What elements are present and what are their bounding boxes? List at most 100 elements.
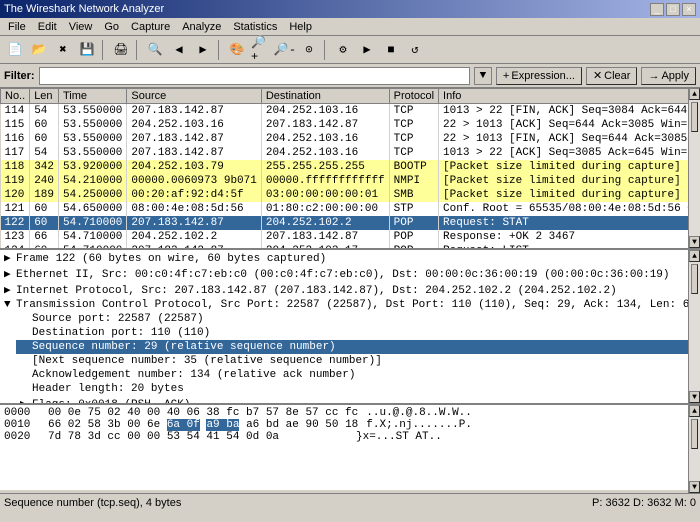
zoom-out-button[interactable]: 🔎- [274, 39, 296, 61]
cell-destination: 204.252.102.2 [261, 216, 389, 230]
packet-details[interactable]: ▶Frame 122 (60 bytes on wire, 60 bytes c… [0, 250, 688, 405]
col-header-no[interactable]: No.. [1, 89, 30, 104]
table-row[interactable]: 115 60 53.550000 204.252.103.16 207.183.… [1, 118, 689, 132]
details-scroll-up[interactable]: ▲ [689, 250, 700, 262]
table-row[interactable]: 124 60 54.710000 207.183.142.87 204.252.… [1, 244, 689, 248]
menu-view[interactable]: View [63, 18, 99, 35]
col-header-len[interactable]: Len [30, 89, 59, 104]
cell-protocol: TCP [389, 104, 438, 119]
cell-protocol: POP [389, 216, 438, 230]
menu-edit[interactable]: Edit [32, 18, 63, 35]
cell-protocol: POP [389, 230, 438, 244]
detail-item[interactable]: ▶Frame 122 (60 bytes on wire, 60 bytes c… [0, 250, 688, 266]
col-header-source[interactable]: Source [127, 89, 261, 104]
detail-item[interactable]: Destination port: 110 (110) [16, 326, 688, 340]
col-header-time[interactable]: Time [59, 89, 127, 104]
table-row[interactable]: 120 189 54.250000 00:20:af:92:d4:5f 03:0… [1, 188, 689, 202]
cell-time: 53.550000 [59, 146, 127, 160]
col-header-info[interactable]: Info [439, 89, 688, 104]
detail-item[interactable]: ▼Transmission Control Protocol, Src Port… [0, 298, 688, 312]
detail-item[interactable]: ▶Flags: 0x0018 (PSH, ACK) [16, 396, 688, 405]
apply-button[interactable]: → Apply [641, 67, 696, 85]
cell-time: 53.550000 [59, 132, 127, 146]
table-row[interactable]: 122 60 54.710000 207.183.142.87 204.252.… [1, 216, 689, 230]
cell-no: 115 [1, 118, 30, 132]
cell-source: 204.252.102.2 [127, 230, 261, 244]
close-button[interactable]: × [682, 3, 696, 16]
expression-button[interactable]: + Expression... [496, 67, 582, 85]
detail-item[interactable]: Sequence number: 29 (relative sequence n… [16, 340, 688, 354]
table-row[interactable]: 118 342 53.920000 204.252.103.79 255.255… [1, 160, 689, 174]
start-capture-button[interactable]: ▶ [356, 39, 378, 61]
scroll-thumb[interactable] [691, 102, 698, 132]
scroll-down-arrow[interactable]: ▼ [689, 236, 700, 248]
new-button[interactable]: 📄 [4, 39, 26, 61]
menu-capture[interactable]: Capture [125, 18, 176, 35]
hex-scrollbar[interactable]: ▲ ▼ [688, 405, 700, 493]
expand-arrow: ▼ [4, 299, 16, 311]
detail-item[interactable]: Header length: 20 bytes [16, 382, 688, 396]
cell-no: 124 [1, 244, 30, 248]
table-row[interactable]: 117 54 53.550000 207.183.142.87 204.252.… [1, 146, 689, 160]
menu-help[interactable]: Help [283, 18, 318, 35]
close-capture-button[interactable]: ✖ [52, 39, 74, 61]
maximize-button[interactable]: □ [666, 3, 680, 16]
filter-input[interactable] [39, 67, 470, 85]
reset-zoom-button[interactable]: ⊙ [298, 39, 320, 61]
print-button[interactable]: 🖨 [110, 39, 132, 61]
cell-destination: 00000.ffffffffffff [261, 174, 389, 188]
scroll-up-arrow[interactable]: ▲ [689, 88, 700, 100]
table-row[interactable]: 121 60 54.650000 08:00:4e:08:5d:56 01:80… [1, 202, 689, 216]
table-row[interactable]: 119 240 54.210000 00000.0060973 9b071 00… [1, 174, 689, 188]
detail-item[interactable]: [Next sequence number: 35 (relative sequ… [16, 354, 688, 368]
zoom-in-button[interactable]: 🔎+ [250, 39, 272, 61]
save-button[interactable]: 💾 [76, 39, 98, 61]
scroll-track[interactable] [689, 100, 700, 236]
detail-item[interactable]: Acknowledgement number: 134 (relative ac… [16, 368, 688, 382]
colorize-button[interactable]: 🎨 [226, 39, 248, 61]
details-scroll-track[interactable] [689, 262, 700, 391]
table-row[interactable]: 116 60 53.550000 207.183.142.87 204.252.… [1, 132, 689, 146]
menu-go[interactable]: Go [98, 18, 125, 35]
cell-destination: 204.252.103.16 [261, 104, 389, 119]
hex-scroll-thumb[interactable] [691, 419, 698, 449]
stop-capture-button[interactable]: ■ [380, 39, 402, 61]
hex-scroll-track[interactable] [689, 417, 700, 481]
hex-offset: 0000 [4, 407, 40, 419]
restart-button[interactable]: ↺ [404, 39, 426, 61]
minimize-button[interactable]: _ [650, 3, 664, 16]
clear-button[interactable]: ✕ Clear [586, 67, 638, 85]
hex-row: 0000 00 0e 75 02 40 00 40 06 38 fc b7 57… [4, 407, 684, 419]
open-button[interactable]: 📂 [28, 39, 50, 61]
details-scroll-down[interactable]: ▼ [689, 391, 700, 403]
menu-statistics[interactable]: Statistics [227, 18, 283, 35]
hex-scroll-up[interactable]: ▲ [689, 405, 700, 417]
detail-item[interactable]: Source port: 22587 (22587) [16, 312, 688, 326]
details-scroll-thumb[interactable] [691, 264, 698, 294]
cell-destination: 204.252.103.17 [261, 244, 389, 248]
detail-item[interactable]: ▶Internet Protocol, Src: 207.183.142.87 … [0, 282, 688, 298]
details-scrollbar[interactable]: ▲ ▼ [688, 250, 700, 403]
menu-analyze[interactable]: Analyze [176, 18, 227, 35]
cell-info: Conf. Root = 65535/08:00:4e:08:5d:56 Cos… [439, 202, 688, 216]
table-row[interactable]: 114 54 53.550000 207.183.142.87 204.252.… [1, 104, 689, 119]
detail-item[interactable]: ▶Ethernet II, Src: 00:c0:4f:c7:eb:c0 (00… [0, 266, 688, 282]
capture-options-button[interactable]: ⚙ [332, 39, 354, 61]
filter-dropdown[interactable]: ▼ [474, 67, 492, 85]
next-button[interactable]: ▶ [192, 39, 214, 61]
cell-time: 54.710000 [59, 216, 127, 230]
clear-icon: ✕ [593, 69, 602, 82]
title-bar-buttons[interactable]: _ □ × [650, 3, 696, 16]
hex-scroll-down[interactable]: ▼ [689, 481, 700, 493]
prev-button[interactable]: ◀ [168, 39, 190, 61]
find-button[interactable]: 🔍 [144, 39, 166, 61]
detail-text: Internet Protocol, Src: 207.183.142.87 (… [16, 285, 617, 297]
packet-list-scrollbar[interactable]: ▲ ▼ [688, 88, 700, 248]
col-header-destination[interactable]: Destination [261, 89, 389, 104]
cell-info: [Packet size limited during capture] [439, 188, 688, 202]
detail-text: Acknowledgement number: 134 (relative ac… [32, 369, 355, 381]
menu-file[interactable]: File [2, 18, 32, 35]
col-header-protocol[interactable]: Protocol [389, 89, 438, 104]
table-row[interactable]: 123 66 54.710000 204.252.102.2 207.183.1… [1, 230, 689, 244]
cell-source: 207.183.142.87 [127, 104, 261, 119]
